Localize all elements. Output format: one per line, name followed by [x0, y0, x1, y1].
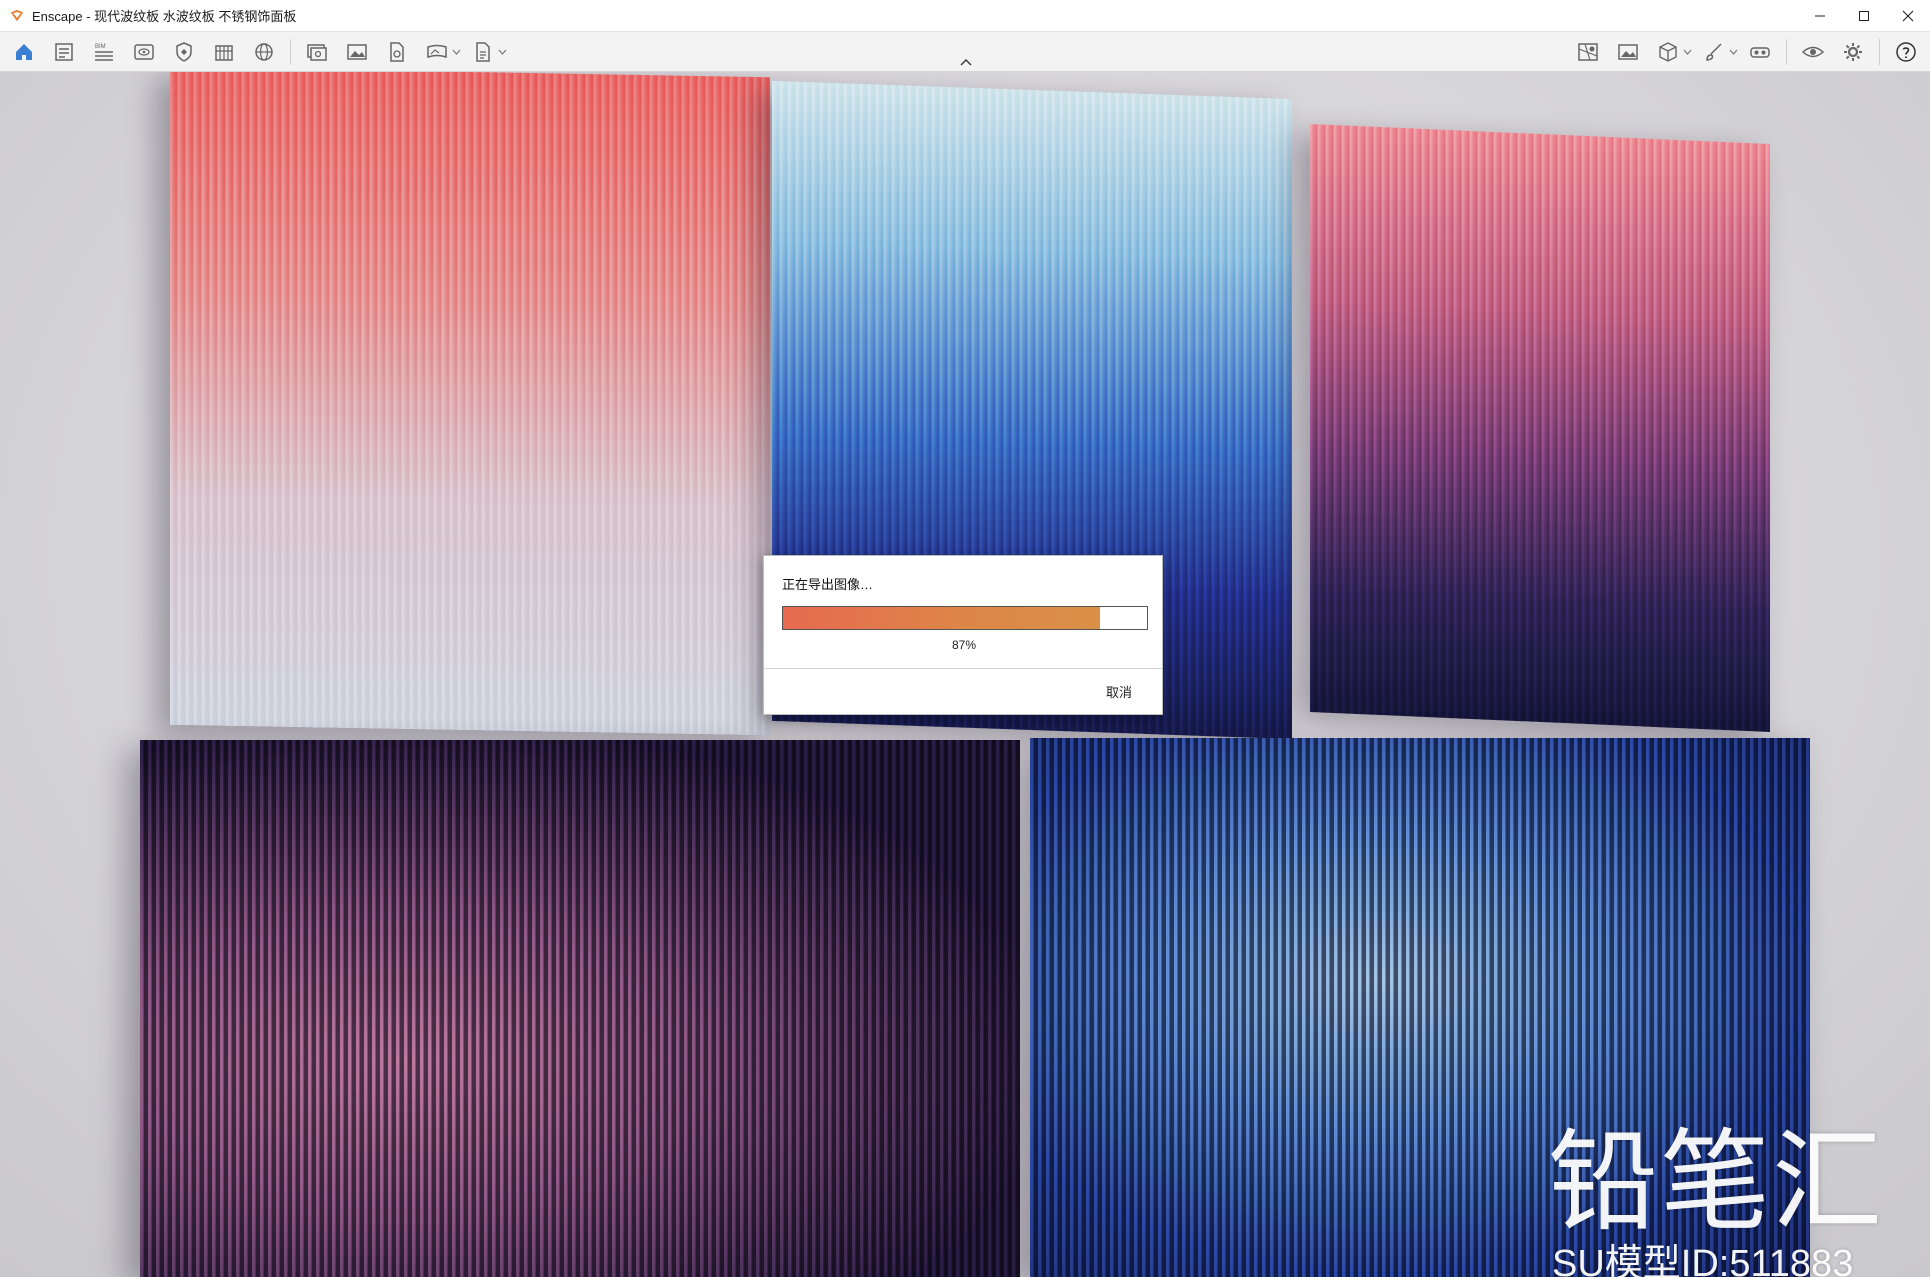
- bim-list-icon: BIM: [95, 44, 113, 61]
- screenshot-icon: [1618, 44, 1638, 60]
- batch-render-icon: [307, 44, 327, 61]
- progress-percent-label: 87%: [951, 638, 977, 652]
- home-icon: [16, 44, 32, 60]
- chevron-up-icon: [960, 59, 972, 66]
- toolbar-separator: [290, 39, 291, 65]
- watermark-brand: 铅笔汇: [1548, 1118, 1884, 1246]
- document-button[interactable]: [46, 34, 82, 70]
- brush-button[interactable]: [1696, 34, 1732, 70]
- enscape-logo-icon: [8, 7, 26, 25]
- settings-button[interactable]: [1835, 34, 1871, 70]
- eye-button[interactable]: [1795, 34, 1831, 70]
- file-export-button[interactable]: [379, 34, 415, 70]
- window-title: Enscape - 现代波纹板 水波纹板 不锈钢饰面板: [32, 9, 297, 24]
- cube-button[interactable]: [1650, 34, 1686, 70]
- export-dropdown[interactable]: [497, 34, 507, 70]
- globe-render-icon: [255, 43, 273, 61]
- maximize-button[interactable]: [1842, 0, 1886, 32]
- wave-panel-coral: [170, 72, 770, 736]
- shield-icon: [176, 42, 192, 62]
- map-button[interactable]: [1570, 34, 1606, 70]
- panorama-button[interactable]: [419, 34, 455, 70]
- dialog-title: 正在导出图像…: [782, 577, 874, 592]
- help-button[interactable]: [1888, 34, 1924, 70]
- brush-dropdown[interactable]: [1728, 34, 1738, 70]
- chevron-down-icon: [1683, 49, 1691, 55]
- wave-panel-purple: [140, 740, 1020, 1277]
- batch-render-button[interactable]: [299, 34, 335, 70]
- maximize-icon: [1859, 11, 1869, 21]
- file-export-icon: [390, 42, 404, 62]
- home-button[interactable]: [6, 34, 42, 70]
- dialog-divider: [764, 668, 1162, 669]
- toolbar-left-group: BIM: [4, 32, 509, 72]
- help-icon: [1896, 42, 1916, 62]
- export-progress-dialog: 正在导出图像… 87% 取消: [763, 555, 1163, 715]
- image-button[interactable]: [339, 34, 375, 70]
- title-bar: Enscape - 现代波纹板 水波纹板 不锈钢饰面板: [0, 0, 1930, 32]
- eye-icon: [1801, 46, 1825, 58]
- view-icon: [134, 44, 154, 60]
- window-controls: [1798, 0, 1930, 32]
- cube-icon: [1659, 42, 1677, 62]
- document-icon: [55, 43, 73, 61]
- settings-icon: [1844, 43, 1862, 61]
- vr-headset-button[interactable]: [1742, 34, 1778, 70]
- panorama-icon: [427, 44, 447, 59]
- bim-list-button[interactable]: BIM: [86, 34, 122, 70]
- toolbar-separator: [1879, 39, 1880, 65]
- wave-panel-pink-navy: [1310, 123, 1770, 733]
- building-icon: [215, 45, 233, 61]
- brush-icon: [1706, 43, 1722, 61]
- view-button[interactable]: [126, 34, 162, 70]
- export-button[interactable]: [465, 34, 501, 70]
- toolbar-collapse-toggle[interactable]: [954, 54, 978, 70]
- cancel-button[interactable]: 取消: [1106, 682, 1132, 701]
- cube-dropdown[interactable]: [1682, 34, 1692, 70]
- chevron-down-icon: [498, 49, 506, 55]
- image-icon: [347, 44, 367, 60]
- watermark-model-id: SU模型ID:511883: [1552, 1243, 1854, 1277]
- export-progress-bar: [782, 606, 1148, 630]
- bim-label: BIM: [95, 44, 106, 50]
- export-progress-fill: [783, 607, 1100, 629]
- vr-headset-icon: [1750, 47, 1770, 58]
- screenshot-button[interactable]: [1610, 34, 1646, 70]
- close-icon: [1902, 10, 1914, 22]
- minimize-button[interactable]: [1798, 0, 1842, 32]
- chevron-down-icon: [1729, 49, 1737, 55]
- map-icon: [1578, 43, 1598, 61]
- toolbar-separator: [1786, 39, 1787, 65]
- close-button[interactable]: [1886, 0, 1930, 32]
- toolbar-right-group: [1568, 32, 1926, 72]
- panorama-dropdown[interactable]: [451, 34, 461, 70]
- export-icon: [476, 42, 490, 62]
- chevron-down-icon: [452, 49, 460, 55]
- globe-render-button[interactable]: [246, 34, 282, 70]
- shield-button[interactable]: [166, 34, 202, 70]
- building-button[interactable]: [206, 34, 242, 70]
- minimize-icon: [1815, 15, 1825, 17]
